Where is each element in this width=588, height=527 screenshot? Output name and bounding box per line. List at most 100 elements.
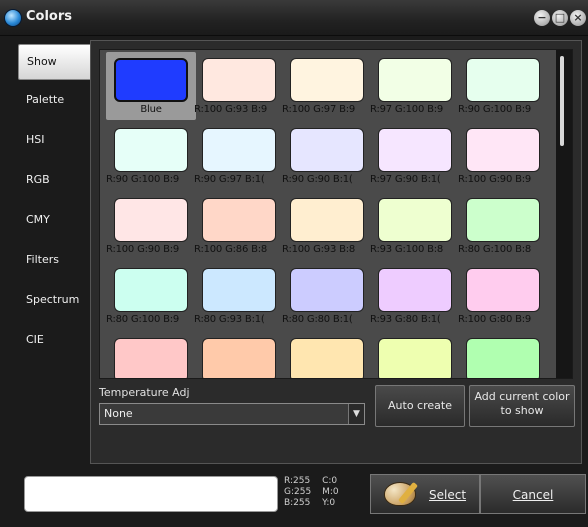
- minimize-button[interactable]: −: [534, 10, 550, 26]
- color-swatch-label: R:97 G:90 B:1(: [370, 174, 441, 185]
- add-current-color-label-line2: to show: [500, 404, 544, 417]
- color-swatch-label: R:100 G:97 B:9: [282, 104, 356, 115]
- left-nav: Show Palette HSI RGB CMY Filters Spectrum CIE: [18, 44, 90, 360]
- color-swatch-fill: [114, 58, 188, 102]
- temperature-label: Temperature Adj: [99, 386, 190, 399]
- color-swatch-fill: [114, 128, 188, 172]
- maximize-button[interactable]: □: [552, 10, 568, 26]
- color-swatch[interactable]: R:97 G:100 B:9: [370, 52, 460, 120]
- color-swatch-fill: [466, 198, 540, 242]
- color-swatch-label: R:97 G:100 B:9: [370, 104, 444, 115]
- current-m: M:0: [322, 487, 339, 497]
- color-swatch-fill: [378, 198, 452, 242]
- color-swatch-label: R:93 G:100 B:8: [370, 244, 444, 255]
- select-button[interactable]: Select: [370, 474, 480, 514]
- color-swatch-label: R:100 G:90 B:9: [106, 244, 180, 255]
- color-swatch-label: R:80 G:93 B:1(: [194, 314, 265, 325]
- color-swatch-fill: [114, 338, 188, 378]
- nav-item-palette[interactable]: Palette: [18, 80, 90, 120]
- color-swatch-fill: [290, 268, 364, 312]
- cancel-button[interactable]: Cancel: [480, 474, 586, 514]
- color-swatch-label: R:100 G:93 B:8: [282, 244, 356, 255]
- color-swatch[interactable]: R:90 G:90 B:1(: [282, 122, 372, 190]
- color-swatch-label: R:100 G:90 B:9: [458, 174, 532, 185]
- color-swatch-label: R:90 G:97 B:1(: [194, 174, 265, 185]
- color-swatch[interactable]: R:100 G:86 B:8: [194, 192, 284, 260]
- cancel-label: Cancel: [512, 488, 554, 502]
- current-c: C:0: [322, 476, 338, 486]
- color-swatch-fill: [290, 198, 364, 242]
- color-swatch[interactable]: R:93 G:100 B:8: [370, 192, 460, 260]
- color-swatch[interactable]: R:80 G:80 B:1(: [282, 262, 372, 330]
- color-swatch-fill: [202, 268, 276, 312]
- color-swatch-fill: [290, 338, 364, 378]
- temperature-dropdown[interactable]: None ▼: [99, 403, 365, 425]
- nav-item-show[interactable]: Show: [18, 44, 90, 80]
- color-swatch[interactable]: R:100 G:80 B:9: [458, 262, 548, 330]
- nav-item-spectrum[interactable]: Spectrum: [18, 280, 90, 320]
- color-swatch[interactable]: R:100 G:93 B:8: [282, 192, 372, 260]
- current-g: G:255: [284, 487, 312, 497]
- color-swatch[interactable]: [106, 332, 196, 378]
- color-swatch-fill: [202, 338, 276, 378]
- color-swatch[interactable]: R:97 G:90 B:1(: [370, 122, 460, 190]
- color-swatch[interactable]: R:100 G:93 B:9: [194, 52, 284, 120]
- color-swatch-fill: [378, 338, 452, 378]
- color-swatch[interactable]: R:93 G:80 B:1(: [370, 262, 460, 330]
- current-y: Y:0: [322, 498, 336, 508]
- color-swatch-fill: [202, 58, 276, 102]
- color-swatch-label: R:100 G:80 B:9: [458, 314, 532, 325]
- nav-item-hsi[interactable]: HSI: [18, 120, 90, 160]
- color-swatch[interactable]: R:100 G:90 B:9: [106, 192, 196, 260]
- color-swatch-label: R:80 G:100 B:8: [458, 244, 532, 255]
- app-icon: [5, 10, 21, 26]
- color-swatch-fill: [378, 58, 452, 102]
- swatch-grid-container: Blue R:100 G:93 B:9 R:100 G:97 B:9 R:97 G:1…: [99, 49, 573, 379]
- current-color-preview: [24, 476, 278, 512]
- color-swatch[interactable]: R:90 G:97 B:1(: [194, 122, 284, 190]
- color-swatch[interactable]: R:100 G:97 B:9: [282, 52, 372, 120]
- color-swatch-fill: [466, 58, 540, 102]
- color-swatch-fill: [202, 128, 276, 172]
- chevron-down-icon[interactable]: ▼: [348, 404, 364, 424]
- color-swatch-fill: [290, 58, 364, 102]
- nav-item-filters[interactable]: Filters: [18, 240, 90, 280]
- scrollbar-thumb[interactable]: [560, 56, 564, 146]
- nav-item-rgb[interactable]: RGB: [18, 160, 90, 200]
- current-b: B:255: [284, 498, 311, 508]
- color-swatch[interactable]: R:90 G:100 B:9: [106, 122, 196, 190]
- temperature-value: None: [104, 407, 133, 420]
- select-label: Select: [429, 488, 467, 502]
- color-swatch[interactable]: [282, 332, 372, 378]
- color-swatch[interactable]: [370, 332, 460, 378]
- color-swatch-label: R:90 G:90 B:1(: [282, 174, 353, 185]
- color-swatch-label: R:90 G:100 B:9: [106, 174, 180, 185]
- title-bar: Colors − □ ×: [0, 0, 588, 36]
- nav-item-cie[interactable]: CIE: [18, 320, 90, 360]
- color-swatch[interactable]: R:100 G:90 B:9: [458, 122, 548, 190]
- color-swatch[interactable]: R:80 G:100 B:8: [458, 192, 548, 260]
- add-current-color-button[interactable]: Add current color to show: [469, 385, 575, 427]
- color-swatch-fill: [290, 128, 364, 172]
- current-r: R:255: [284, 476, 311, 486]
- color-swatch[interactable]: [194, 332, 284, 378]
- auto-create-button[interactable]: Auto create: [375, 385, 465, 427]
- color-swatch[interactable]: R:80 G:93 B:1(: [194, 262, 284, 330]
- color-swatch[interactable]: R:80 G:100 B:9: [106, 262, 196, 330]
- window-title: Colors: [26, 9, 73, 24]
- color-swatch[interactable]: Blue: [106, 52, 196, 120]
- color-swatch-label: Blue: [140, 104, 162, 115]
- color-swatch[interactable]: [458, 332, 548, 378]
- color-swatch-label: R:100 G:93 B:9: [194, 104, 268, 115]
- color-swatch-fill: [466, 128, 540, 172]
- color-swatch-fill: [202, 198, 276, 242]
- current-color-values: R:255 G:255 B:255 C:0 M:0 Y:0: [284, 476, 347, 509]
- close-button[interactable]: ×: [570, 10, 586, 26]
- main-panel: Blue R:100 G:93 B:9 R:100 G:97 B:9 R:97 G:1…: [90, 40, 582, 464]
- color-swatch[interactable]: R:90 G:100 B:9: [458, 52, 548, 120]
- color-swatch-label: R:80 G:100 B:9: [106, 314, 180, 325]
- nav-item-cmy[interactable]: CMY: [18, 200, 90, 240]
- color-swatch-fill: [466, 268, 540, 312]
- color-swatch-label: R:100 G:86 B:8: [194, 244, 268, 255]
- vertical-scrollbar[interactable]: [556, 50, 572, 378]
